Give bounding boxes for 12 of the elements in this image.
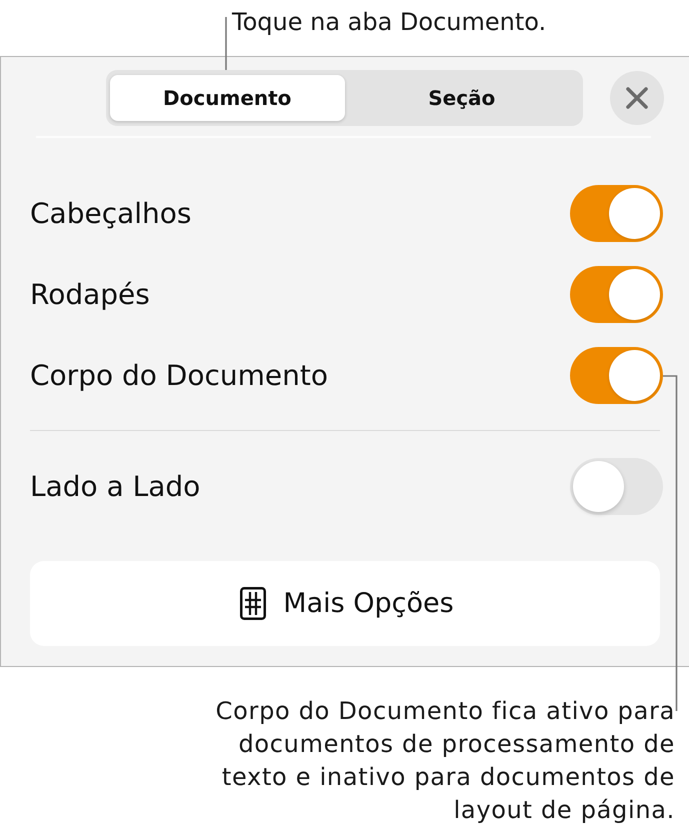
callout-text: Toque na aba Documento.: [232, 7, 546, 38]
framed-hash-icon: [240, 587, 266, 620]
leader-line: [225, 17, 227, 70]
callout-text: Corpo do Documento fica ativo para documentos de processamento de texto e inativo para documentos de layout de página.: [214, 696, 675, 826]
setting-label: Corpo do Documento: [30, 359, 328, 392]
setting-label: Lado a Lado: [30, 470, 200, 503]
tab[interactable]: Seção: [344, 75, 579, 121]
setting-label: Cabeçalhos: [30, 197, 192, 230]
close-icon: [626, 87, 648, 109]
tab[interactable]: Documento: [110, 75, 344, 121]
setting-label: Rodapés: [30, 278, 150, 311]
more-options-button[interactable]: Mais Opções: [30, 561, 660, 646]
